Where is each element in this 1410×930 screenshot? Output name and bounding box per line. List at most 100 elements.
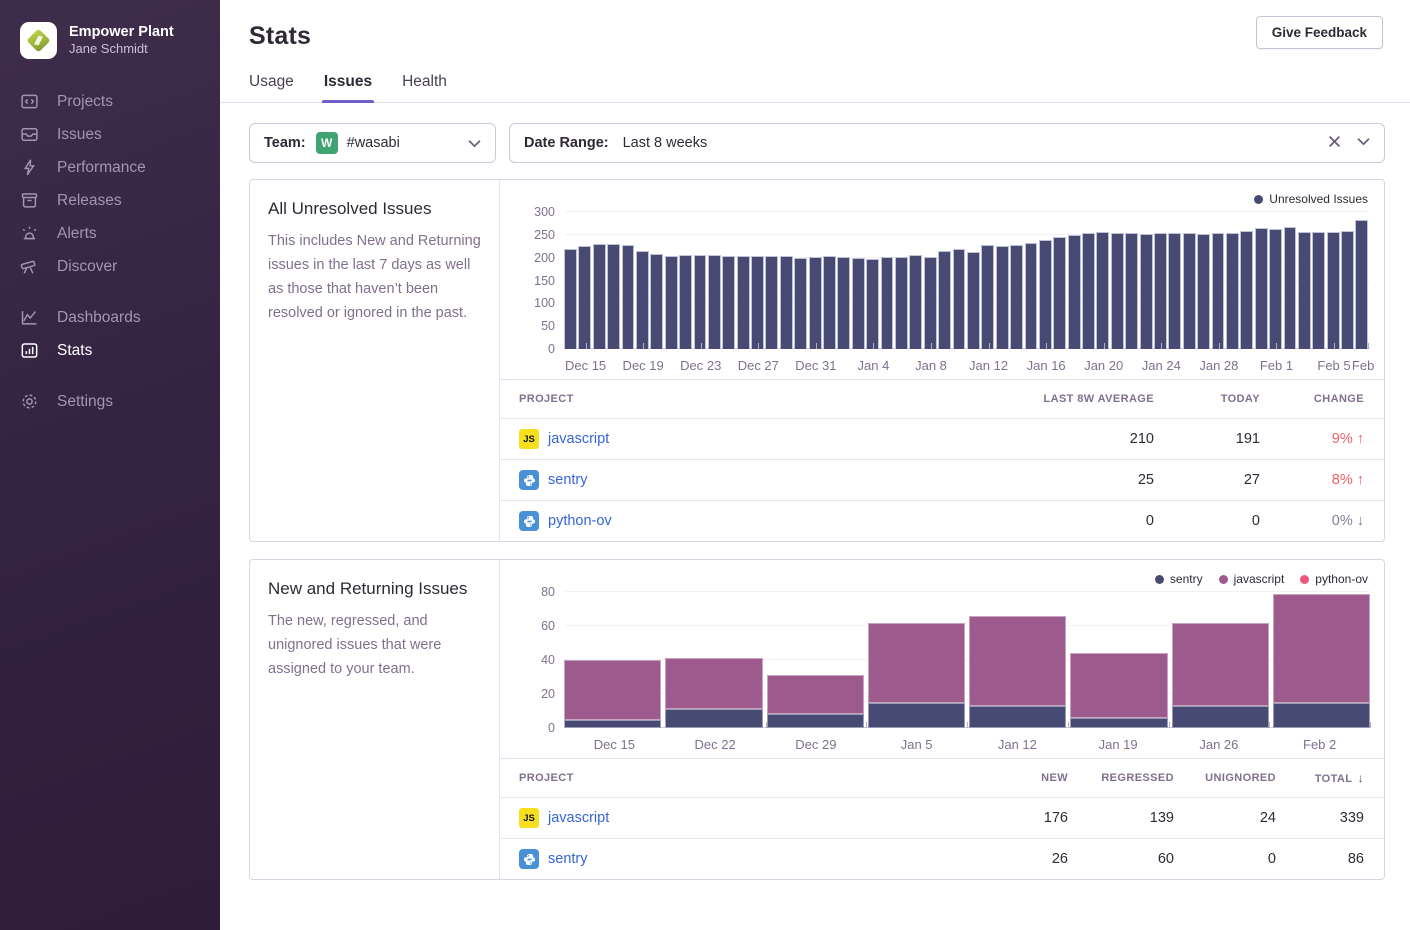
x-axis-tick-label: Feb 2 xyxy=(1303,737,1336,752)
x-axis-tick-label: Feb 5 xyxy=(1317,358,1350,373)
legend-item-python-ov[interactable]: python-ov xyxy=(1300,572,1368,586)
settings-icon xyxy=(20,392,39,411)
table-header-row: PROJECTNEWREGRESSEDUNIGNOREDTOTAL ↓ xyxy=(500,759,1384,797)
legend-item-unresolved-issues[interactable]: Unresolved Issues xyxy=(1254,192,1368,206)
new-returning-issues-chart[interactable]: sentryjavascriptpython-ov 020406080 Dec … xyxy=(500,560,1384,758)
bar xyxy=(636,251,649,349)
column-header[interactable]: REGRESSED xyxy=(1068,772,1174,784)
org-switcher[interactable]: Empower Plant Jane Schmidt xyxy=(0,20,220,85)
column-header[interactable]: UNIGNORED xyxy=(1174,772,1276,784)
project-link[interactable]: sentry xyxy=(548,472,588,488)
date-range-select[interactable]: Date Range: Last 8 weeks xyxy=(509,123,1385,163)
org-user-name: Jane Schmidt xyxy=(69,41,174,57)
sidebar-item-issues[interactable]: Issues xyxy=(0,118,220,151)
bar xyxy=(1010,245,1023,349)
bar xyxy=(809,257,822,349)
sidebar-item-label: Releases xyxy=(57,192,122,210)
x-axis-tick-label: Feb xyxy=(1352,358,1374,373)
chevron-down-icon xyxy=(468,137,481,150)
column-header[interactable]: NEW xyxy=(950,772,1068,784)
panel-description: The new, regressed, and unignored issues… xyxy=(268,609,481,681)
sidebar-item-alerts[interactable]: Alerts xyxy=(0,217,220,250)
bar xyxy=(665,256,678,349)
legend-dot xyxy=(1300,575,1309,584)
bar xyxy=(1111,233,1124,349)
team-select[interactable]: Team: W #wasabi xyxy=(249,123,496,163)
x-axis-tick xyxy=(665,722,666,728)
x-axis-tick xyxy=(989,343,990,349)
x-axis-tick-label: Jan 4 xyxy=(858,358,890,373)
issues-icon xyxy=(20,125,39,144)
bar xyxy=(1269,229,1282,349)
tab-issues[interactable]: Issues xyxy=(324,73,372,102)
table-row: JSjavascript2101919% ↑ xyxy=(500,418,1384,459)
sidebar-item-discover[interactable]: Discover xyxy=(0,250,220,283)
legend-label: javascript xyxy=(1234,572,1285,586)
performance-icon xyxy=(20,158,39,177)
bar xyxy=(1154,233,1167,349)
change-cell: 0% ↓ xyxy=(1260,513,1364,529)
bar-segment-javascript xyxy=(1172,623,1269,706)
project-link[interactable]: javascript xyxy=(548,431,609,447)
bar-segment-sentry xyxy=(665,709,762,728)
sidebar-item-settings[interactable]: Settings xyxy=(0,385,220,418)
panel-title: New and Returning Issues xyxy=(268,579,481,599)
table-row: python-ov000% ↓ xyxy=(500,500,1384,541)
bar xyxy=(938,251,951,349)
tab-health[interactable]: Health xyxy=(402,73,447,102)
sidebar-item-stats[interactable]: Stats xyxy=(0,334,220,367)
bar xyxy=(607,244,620,349)
bar-segment-sentry xyxy=(1070,718,1167,728)
chevron-down-icon[interactable] xyxy=(1357,135,1370,152)
sidebar-item-releases[interactable]: Releases xyxy=(0,184,220,217)
legend-item-javascript[interactable]: javascript xyxy=(1219,572,1285,586)
sidebar-item-dashboards[interactable]: Dashboards xyxy=(0,301,220,334)
table-cell-value: 25 xyxy=(984,472,1154,488)
clear-date-icon[interactable] xyxy=(1328,135,1341,152)
new-returning-issues-table: PROJECTNEWREGRESSEDUNIGNOREDTOTAL ↓JSjav… xyxy=(500,758,1384,879)
y-axis-tick-label: 150 xyxy=(534,274,555,288)
bar xyxy=(578,246,591,349)
javascript-icon: JS xyxy=(519,429,539,449)
table-cell-value: 139 xyxy=(1068,810,1174,826)
bar xyxy=(881,257,894,349)
bar xyxy=(1125,233,1138,349)
change-cell: 9% ↑ xyxy=(1260,431,1364,447)
column-header[interactable]: TOTAL ↓ xyxy=(1276,771,1364,785)
bar xyxy=(794,258,807,349)
y-axis-tick-label: 200 xyxy=(534,251,555,265)
x-axis-tick xyxy=(586,343,587,349)
python-icon xyxy=(523,515,536,528)
sidebar-item-performance[interactable]: Performance xyxy=(0,151,220,184)
sidebar-item-label: Discover xyxy=(57,258,117,276)
x-axis-tick-label: Dec 22 xyxy=(695,737,736,752)
bar-segment-sentry xyxy=(969,706,1066,728)
bar xyxy=(837,257,850,349)
x-axis-tick xyxy=(967,722,968,728)
stacked-bar xyxy=(969,616,1066,728)
table-cell-value: 27 xyxy=(1154,472,1260,488)
project-link[interactable]: javascript xyxy=(548,810,609,826)
x-axis-tick-label: Jan 12 xyxy=(969,358,1008,373)
team-value: #wasabi xyxy=(347,135,400,151)
project-link[interactable]: sentry xyxy=(548,851,588,867)
table-cell-value: 60 xyxy=(1068,851,1174,867)
x-axis-tick-label: Jan 16 xyxy=(1027,358,1066,373)
content: Team: W #wasabi Date Range: Last 8 weeks… xyxy=(220,103,1410,930)
give-feedback-button[interactable]: Give Feedback xyxy=(1256,16,1383,49)
x-axis-tick xyxy=(873,343,874,349)
table-cell-value: 339 xyxy=(1276,810,1364,826)
sidebar-item-projects[interactable]: Projects xyxy=(0,85,220,118)
column-header: PROJECT xyxy=(519,393,984,405)
table-row: sentry2660086 xyxy=(500,838,1384,879)
x-axis-tick-label: Dec 15 xyxy=(565,358,606,373)
unresolved-issues-chart[interactable]: Unresolved Issues 050100150200250300 Dec… xyxy=(500,180,1384,379)
x-axis-tick xyxy=(766,722,767,728)
python-icon xyxy=(523,474,536,487)
project-link[interactable]: python-ov xyxy=(548,513,612,529)
bar-segment-sentry xyxy=(1273,703,1370,729)
tab-usage[interactable]: Usage xyxy=(249,73,294,102)
table-cell-value: 191 xyxy=(1154,431,1260,447)
legend-label: python-ov xyxy=(1315,572,1368,586)
legend-item-sentry[interactable]: sentry xyxy=(1155,572,1203,586)
